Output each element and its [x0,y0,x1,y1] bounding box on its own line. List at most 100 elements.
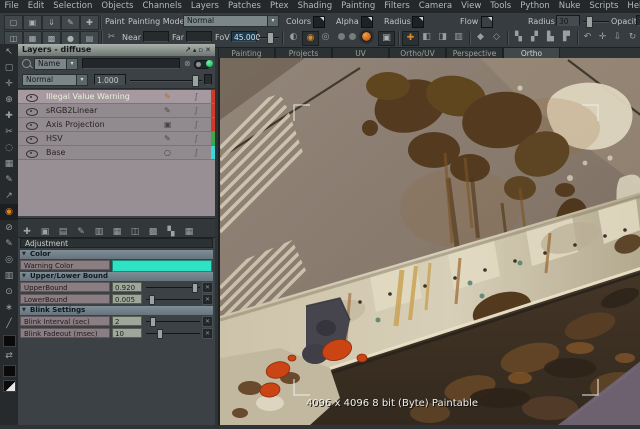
layer-graph-icon[interactable]: ∫ [194,146,198,159]
tab-projects[interactable]: Projects [275,47,332,58]
menu-edit[interactable]: Edit [23,0,48,13]
new-project-icon[interactable]: ▢ [4,15,23,30]
blink-interval-reset-button[interactable]: ✕ [202,316,213,327]
clear-search-icon[interactable]: ⊗ [184,58,191,70]
marquee-select-tool-icon[interactable]: ▢ [0,60,18,76]
menu-ptex[interactable]: Ptex [265,0,293,13]
dolly-view-icon[interactable]: ⇩ [610,31,625,44]
layer-row-hsv[interactable]: HSV ✎ ∫ [18,132,215,146]
import-images-icon[interactable]: ✎ [61,15,80,30]
blink-fadeout-field[interactable]: 10 [112,328,142,338]
lowerbound-slider[interactable] [146,294,200,304]
gradient-tool-icon[interactable]: ▥ [0,268,18,284]
base-layer-icon[interactable]: ○ [164,146,171,159]
bounds-group-header[interactable]: Upper/Lower Bound [20,272,213,281]
tab-painting[interactable]: Painting [218,47,275,58]
reset-colors-icon[interactable] [3,380,16,392]
menu-patches[interactable]: Patches [223,0,265,13]
rotate-view-icon[interactable]: ↻ [625,31,640,44]
3d-texture-canvas[interactable] [220,58,640,425]
paint-blit-icon[interactable]: ◆ [473,31,488,44]
upperbound-slider[interactable] [146,282,200,292]
shading-gray-icon[interactable] [349,33,356,40]
warning-color-swatch[interactable] [112,260,212,272]
near-field[interactable] [143,31,169,42]
menu-selection[interactable]: Selection [49,0,97,13]
visibility-eye-icon[interactable] [26,122,38,130]
visibility-eye-icon[interactable] [26,136,38,144]
symmetry-off-icon[interactable]: ✚ [402,31,419,46]
menu-filters[interactable]: Filters [380,0,414,13]
lowerbound-reset-button[interactable]: ✕ [202,294,213,305]
color-group-header[interactable]: Color [20,250,213,259]
adjustment-brush-icon[interactable]: ✎ [164,132,171,145]
mirror-xy-icon[interactable]: ▥ [451,31,466,44]
blend-options-button[interactable] [204,74,212,85]
radius-swatch[interactable] [412,16,424,28]
layer-row-base[interactable]: Base ○ ∫ [18,146,215,160]
menu-view[interactable]: View [457,0,486,13]
layer-row-srgb2linear[interactable]: sRGB2Linear ✎ ∫ [18,104,215,118]
radius-slider[interactable] [583,15,609,27]
canvas-viewport[interactable]: 4096 x 4096 8 bit (Byte) Paintable [218,58,640,425]
tab-ortho[interactable]: Ortho [503,47,560,58]
radius-field[interactable]: 30 [556,15,580,26]
move-tool-icon[interactable]: ✚ [0,108,18,124]
blink-interval-slider[interactable] [146,316,200,326]
shading-off-icon[interactable] [338,33,345,40]
background-color-swatch[interactable] [3,365,16,377]
colors-swatch[interactable] [313,16,325,28]
select-tool-icon[interactable]: ↖ [0,44,18,60]
blink-fadeout-reset-button[interactable]: ✕ [202,328,213,339]
blend-mode-dropdown[interactable]: Normal ▾ [22,74,88,86]
tab-uv[interactable]: UV [332,47,389,58]
fov-field[interactable]: 45.000 [231,31,257,42]
layer-graph-icon[interactable]: ∫ [194,104,198,117]
flow-checkbox[interactable] [481,16,493,28]
layer-graph-icon[interactable]: ∫ [194,132,198,145]
painting-mode-dropdown[interactable]: Normal ▾ [183,15,279,27]
marker-tool-icon[interactable]: ✎ [0,236,18,252]
paint-through-icon[interactable]: ◇ [489,31,504,44]
export-images-icon[interactable]: ✚ [80,15,99,30]
adjustment-brush-icon[interactable]: ✎ [164,90,171,103]
tab-perspective[interactable]: Perspective [446,47,503,58]
filter-by-dropdown[interactable]: Name ▾ [34,58,78,70]
menu-scripts[interactable]: Scripts [585,0,623,13]
basic-lighting-icon[interactable]: ◉ [302,31,319,46]
layer-search-input[interactable] [82,58,180,69]
menu-camera[interactable]: Camera [414,0,456,13]
line-tool-icon[interactable]: ╱ [0,316,18,332]
layers-palette-titlebar[interactable]: Layers - diffuse ↗▴▫✕ [18,44,215,56]
tab-ortho-uv[interactable]: Ortho/UV [389,47,446,58]
layer-graph-icon[interactable]: ∫ [194,118,198,131]
adjustment-brush-icon[interactable]: ✎ [164,104,171,117]
menu-file[interactable]: File [0,0,23,13]
projection-layer-icon[interactable]: ▣ [164,118,172,131]
fov-slider[interactable] [259,31,279,43]
foreground-color-swatch[interactable] [3,335,16,347]
blend-amount-field[interactable]: 1.000 [94,74,126,85]
menu-python[interactable]: Python [516,0,554,13]
slice-icon[interactable]: ✂ [104,31,119,44]
blink-interval-field[interactable]: 2 [112,316,142,326]
menu-help[interactable]: Help [623,0,640,13]
far-field[interactable] [186,31,212,42]
smear-tool-icon[interactable]: ✎ [0,172,18,188]
shading-full-icon[interactable] [362,32,371,41]
depth-mode-icon[interactable]: ▙ [543,31,558,44]
erase-tool-icon[interactable]: ⊘ [0,220,18,236]
mirror-x-icon[interactable]: ◧ [419,31,434,44]
visibility-eye-icon[interactable] [26,108,38,116]
blur-tool-icon[interactable]: ◌ [0,140,18,156]
open-project-icon[interactable]: ▣ [23,15,42,30]
lowerbound-field[interactable]: 0.005 [112,294,142,304]
menu-channels[interactable]: Channels [138,0,186,13]
flat-lighting-icon[interactable]: ◐ [286,31,301,44]
edge-mode-icon[interactable]: ▛ [559,31,574,44]
menu-tools[interactable]: Tools [486,0,516,13]
palette-window-icons[interactable]: ↗▴▫✕ [185,44,213,56]
menu-painting[interactable]: Painting [337,0,380,13]
menu-nuke[interactable]: Nuke [554,0,585,13]
mirror-y-icon[interactable]: ◨ [435,31,450,44]
